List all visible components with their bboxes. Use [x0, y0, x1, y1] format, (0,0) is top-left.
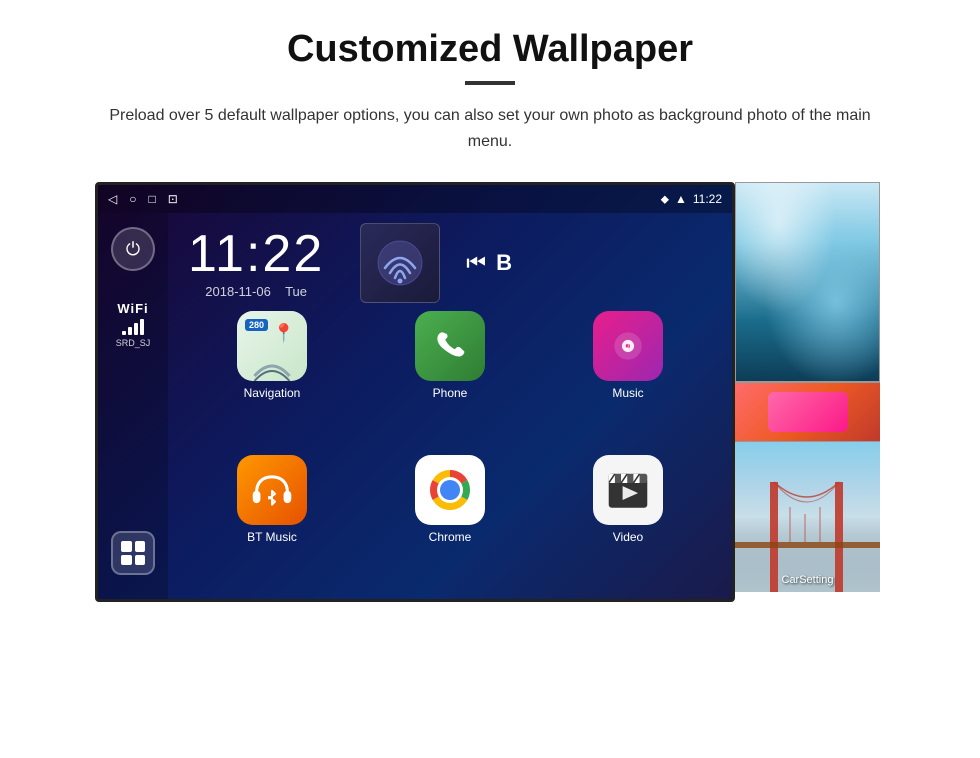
screenshot-icon: ⊡	[168, 192, 178, 206]
wallpaper-thumbnails: CarSetting	[735, 182, 880, 602]
bt-svg	[245, 463, 299, 517]
chrome-label: Chrome	[429, 530, 472, 544]
media-widget	[360, 223, 440, 303]
video-svg	[601, 463, 655, 517]
page-title: Customized Wallpaper	[40, 28, 940, 71]
title-divider	[465, 81, 515, 85]
apps-dot-2	[135, 541, 146, 552]
apps-dot-1	[121, 541, 132, 552]
app-item-music[interactable]: ♪ Music	[544, 311, 712, 445]
android-screen: ◁ ○ □ ⊡ ⬥ ▲ 11:22 ⏻	[95, 182, 735, 602]
clock-time: 11:22	[188, 228, 324, 280]
chrome-icon	[415, 455, 485, 525]
power-icon: ⏻	[126, 239, 140, 260]
wifi-bar-2	[128, 327, 132, 335]
app-grid: 280 📍 Navigation	[178, 311, 722, 589]
chrome-svg	[420, 460, 480, 520]
car-shape	[768, 392, 848, 432]
clock-date-value: 2018-11-06	[205, 284, 271, 299]
apps-dot-3	[121, 555, 132, 566]
app-item-video[interactable]: Video	[544, 455, 712, 589]
sidebar: ⏻ WiFi SRD_SJ	[98, 213, 168, 599]
apps-grid-button[interactable]	[111, 531, 155, 575]
wifi-bar-4	[140, 319, 144, 335]
media-icon	[375, 238, 425, 288]
wifi-bars	[116, 319, 151, 335]
app-item-bt-music[interactable]: BT Music	[188, 455, 356, 589]
wifi-ssid: SRD_SJ	[116, 338, 151, 348]
svg-text:♪: ♪	[624, 335, 632, 354]
back-arrow-icon: ◁	[108, 192, 117, 206]
app-item-chrome[interactable]: Chrome	[366, 455, 534, 589]
phone-svg	[430, 326, 470, 366]
recent-icon: □	[148, 192, 155, 206]
nav-road-svg	[237, 346, 307, 381]
wallpaper-bridge[interactable]: CarSetting	[735, 442, 880, 592]
clock-display: 11:22 2018-11-06 Tue	[188, 228, 324, 299]
clock-date: 2018-11-06 Tue	[188, 284, 324, 299]
prev-track-icon[interactable]: ⏮	[466, 250, 486, 276]
nav-pin-icon: 📍	[273, 323, 295, 344]
video-label: Video	[613, 530, 643, 544]
app-item-navigation[interactable]: 280 📍 Navigation	[188, 311, 356, 445]
status-right-icons: ⬥ ▲ 11:22	[661, 192, 722, 207]
phone-label: Phone	[433, 386, 468, 400]
wifi-bar-3	[134, 323, 138, 335]
wifi-bar-1	[122, 331, 126, 335]
wifi-widget: WiFi SRD_SJ	[116, 301, 151, 348]
next-label: B	[496, 250, 512, 276]
signal-icon: ▲	[675, 192, 687, 206]
bt-music-icon	[237, 455, 307, 525]
phone-icon	[415, 311, 485, 381]
app-item-phone[interactable]: Phone	[366, 311, 534, 445]
clock-day-value: Tue	[285, 284, 307, 299]
status-time: 11:22	[693, 192, 722, 206]
clock-row: 11:22 2018-11-06 Tue	[178, 223, 722, 303]
bt-music-label: BT Music	[247, 530, 297, 544]
location-icon: ⬥	[661, 192, 669, 207]
wifi-label: WiFi	[116, 301, 151, 316]
music-icon: ♪	[593, 311, 663, 381]
music-svg: ♪	[609, 327, 647, 365]
carsetting-label: CarSetting	[735, 574, 880, 586]
center-area: 11:22 2018-11-06 Tue	[168, 213, 732, 599]
ice-texture	[736, 183, 879, 381]
navigation-icon: 280 📍	[237, 311, 307, 381]
status-bar: ◁ ○ □ ⊡ ⬥ ▲ 11:22	[98, 185, 732, 213]
video-icon	[593, 455, 663, 525]
wallpaper-ice[interactable]	[735, 182, 880, 382]
wallpaper-carsetting-strip	[735, 382, 880, 442]
apps-dot-4	[135, 555, 146, 566]
device-container: ◁ ○ □ ⊡ ⬥ ▲ 11:22 ⏻	[95, 182, 885, 602]
navigation-label: Navigation	[244, 386, 301, 400]
media-controls: ⏮ B	[466, 250, 512, 276]
bridge-svg	[735, 442, 880, 592]
status-left-icons: ◁ ○ □ ⊡	[108, 192, 178, 206]
music-label: Music	[612, 386, 643, 400]
power-button[interactable]: ⏻	[111, 227, 155, 271]
screen-content: ⏻ WiFi SRD_SJ	[98, 213, 732, 599]
home-icon: ○	[129, 192, 136, 206]
page-subtitle: Preload over 5 default wallpaper options…	[90, 103, 890, 154]
nav-badge: 280	[245, 319, 268, 331]
